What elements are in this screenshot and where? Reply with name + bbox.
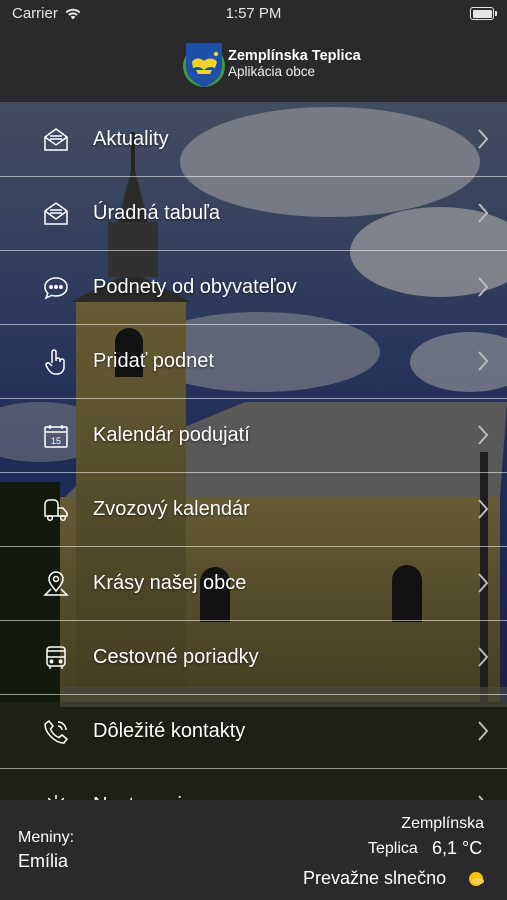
bus-icon [46,646,66,669]
menu-item-label: Zvozový kalendár [93,498,250,520]
menu-item-label: Pridať podnet [93,350,214,372]
calendar-icon: 15 [44,425,68,448]
coat-of-arms-icon [183,43,225,87]
chevron-right-icon [478,721,489,741]
menu-item-label: Aktuality [93,128,169,150]
menu-item-label: Úradná tabuľa [93,202,221,224]
main-menu: Aktuality Úradná tabuľa Podnety od obyva… [0,102,507,817]
chat-bubble-icon [44,277,68,300]
menu-item-podnety[interactable]: Podnety od obyvateľov [0,250,507,324]
weather-description: Prevažne slnečno [303,868,447,888]
menu-item-pridat-podnet[interactable]: Pridať podnet [0,324,507,398]
app-subtitle: Aplikácia obce [228,64,316,79]
weather-temperature: 6,1 °C [432,838,483,858]
clock: 1:57 PM [225,5,282,22]
status-bar: Carrier 1:57 PM [0,0,507,28]
menu-item-label: Cestovné poriadky [93,646,259,668]
chevron-right-icon [478,277,489,297]
chevron-right-icon [478,203,489,223]
weather-location-line1: Zemplínska [401,815,484,832]
chevron-right-icon [478,351,489,371]
menu-item-label: Kalendár podujatí [93,424,250,446]
menu-item-label: Podnety od obyvateľov [93,276,297,298]
menu-item-dolezite-kontakty[interactable]: Dôležité kontakty [0,694,507,768]
app-header: Zemplínska Teplica Aplikácia obce [0,28,507,102]
hand-pointer-icon [45,349,65,375]
menu-item-aktuality[interactable]: Aktuality [0,102,507,176]
chevron-right-icon [478,647,489,667]
battery-icon [470,7,497,20]
app-title: Zemplínska Teplica [228,48,361,64]
weather-location-line2: Teplica [368,840,418,857]
chevron-right-icon [478,499,489,519]
menu-item-kalendar-podujati[interactable]: 15 Kalendár podujatí [0,398,507,472]
chevron-right-icon [478,425,489,445]
sun-icon [469,872,484,886]
chevron-right-icon [478,573,489,593]
info-footer: Meniny: Emília Zemplínska Teplica 6,1 °C… [0,800,507,900]
menu-item-krasy-obce[interactable]: Krásy našej obce [0,546,507,620]
calendar-day: 15 [51,436,61,446]
map-pin-icon [43,571,69,596]
envelope-icon [44,202,68,225]
envelope-icon [44,128,68,151]
garbage-truck-icon [44,499,68,522]
menu-item-zvozovy-kalendar[interactable]: Zvozový kalendár [0,472,507,546]
menu-item-label: Dôležité kontakty [93,720,246,742]
phone-icon [44,719,69,744]
nameday-value: Emília [18,851,69,871]
chevron-right-icon [478,129,489,149]
nameday-label: Meniny: [18,829,75,846]
menu-item-uradna-tabula[interactable]: Úradná tabuľa [0,176,507,250]
app-logo: Zemplínska Teplica Aplikácia obce [182,40,361,88]
menu-item-label: Krásy našej obce [93,572,247,594]
menu-item-cestovne-poriadky[interactable]: Cestovné poriadky [0,620,507,694]
